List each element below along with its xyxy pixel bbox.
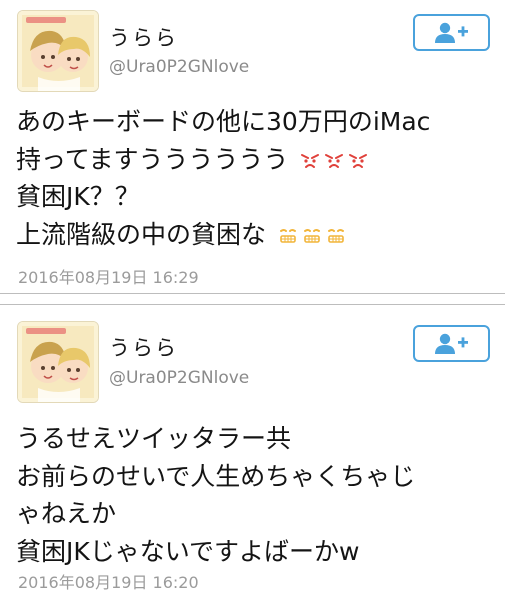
- avatar[interactable]: [17, 10, 99, 92]
- tweet-line: 上流階級の中の貧困な: [16, 216, 495, 254]
- tweet-text: あのキーボードの他に30万円のiMac 持ってますうううううう 貧困JK？？ 上…: [16, 103, 495, 253]
- add-user-icon: [434, 22, 468, 43]
- tweet-card: うらら @Ura0P2GNlove あのキーボードの他に30万円のiMac 持っ…: [0, 0, 505, 293]
- tweet-line-text: 持ってますうううううう: [16, 144, 289, 174]
- tweet-line: あのキーボードの他に30万円のiMac: [16, 103, 495, 141]
- tweet-line: 貧困JKじゃないですよばーかw: [16, 533, 495, 571]
- grimacing-face-icon: [303, 228, 320, 243]
- display-name[interactable]: うらら: [109, 332, 178, 362]
- tweet-line-text: 貧困JK？？: [16, 182, 140, 211]
- tweet-line: 持ってますうううううう: [16, 141, 495, 179]
- follow-button[interactable]: [413, 325, 490, 362]
- timestamp[interactable]: 2016年08月19日 16:29: [18, 264, 199, 288]
- grimacing-face-icon: [327, 228, 344, 243]
- tweet-line-text: あのキーボードの他に30万円のiMac: [16, 107, 431, 136]
- angry-face-icon: [301, 153, 320, 168]
- user-handle[interactable]: @Ura0P2GNlove: [109, 57, 249, 77]
- avatar[interactable]: [17, 321, 99, 403]
- angry-face-icon: [349, 153, 368, 168]
- tweet-text: うるせえツイッタラー共 お前らのせいで人生めちゃくちゃじ ゃねえか 貧困JKじゃ…: [16, 420, 495, 570]
- angry-face-icon: [325, 153, 344, 168]
- timestamp[interactable]: 2016年08月19日 16:20: [18, 569, 199, 593]
- display-name[interactable]: うらら: [109, 22, 178, 52]
- grimacing-face-icon: [279, 228, 296, 243]
- tweet-line-text: ゃねえか: [16, 499, 117, 528]
- add-user-icon: [434, 333, 468, 354]
- tweet-card: うらら @Ura0P2GNlove うるせえツイッタラー共 お前らのせいで人生め…: [0, 305, 505, 600]
- avatar-illustration: [18, 11, 98, 91]
- tweet-line-text: お前らのせいで人生めちゃくちゃじ: [16, 461, 416, 491]
- tweet-line: お前らのせいで人生めちゃくちゃじ: [16, 458, 495, 496]
- avatar-illustration: [18, 322, 98, 402]
- tweet-line: うるせえツイッタラー共: [16, 420, 495, 458]
- tweet-line-text: 貧困JKじゃないですよばーかw: [16, 536, 360, 566]
- tweet-line-text: うるせえツイッタラー共: [16, 424, 292, 453]
- user-handle[interactable]: @Ura0P2GNlove: [109, 368, 249, 388]
- follow-button[interactable]: [413, 14, 490, 51]
- tweet-line-text: 上流階級の中の貧困な: [16, 219, 267, 249]
- tweet-line: 貧困JK？？: [16, 178, 495, 216]
- divider: [0, 293, 505, 305]
- tweet-line: ゃねえか: [16, 495, 495, 533]
